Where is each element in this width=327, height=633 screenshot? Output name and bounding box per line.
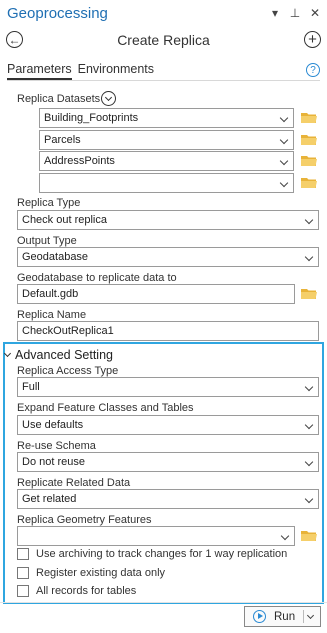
geometry-features-select[interactable] [17,526,295,546]
checkbox-box[interactable] [17,548,29,560]
checkbox-box[interactable] [17,567,29,579]
close-icon[interactable]: ✕ [309,6,321,20]
help-icon[interactable]: ? [306,63,320,77]
replica-type-select[interactable]: Check out replica [17,210,319,230]
folder-icon[interactable] [301,155,317,167]
replica-dataset-field-empty[interactable] [39,173,294,193]
replica-dataset-field-2[interactable]: Parcels [39,130,294,150]
replica-access-type-select[interactable]: Full [17,377,319,397]
chevron-down-icon [3,349,12,358]
replica-datasets-label: Replica Datasets [17,93,101,105]
add-icon[interactable]: + [304,31,321,48]
geometry-features-label: Replica Geometry Features [17,514,152,526]
advanced-setting-heading: Advanced Setting [15,348,113,362]
expand-feature-select[interactable]: Use defaults [17,415,319,435]
tool-header: ← Create Replica + [0,28,327,54]
folder-icon[interactable] [301,177,317,189]
play-icon [253,610,266,623]
pane-titlebar: Geoprocessing ▾ ⊥ ✕ [0,0,327,28]
checkbox-box[interactable] [17,585,29,597]
checkbox-label: Use archiving to track changes for 1 way… [36,548,288,560]
replica-name-input[interactable]: CheckOutReplica1 [17,321,319,341]
replica-type-label: Replica Type [17,197,81,209]
folder-icon[interactable] [301,530,317,542]
run-button[interactable]: Run [244,606,321,627]
checkbox-label: All records for tables [36,585,137,597]
replica-access-type-label: Replica Access Type [17,365,119,377]
tab-divider [7,80,320,81]
chevron-down-icon[interactable] [306,611,315,620]
tool-title: Create Replica [117,32,210,48]
reuse-schema-label: Re-use Schema [17,440,96,452]
chevron-down-icon[interactable] [101,91,116,106]
advanced-setting-header[interactable]: Advanced Setting [3,348,113,362]
replica-dataset-field-1[interactable]: Building_Footprints [39,108,294,128]
archiving-checkbox[interactable]: Use archiving to track changes for 1 way… [17,548,287,560]
run-separator [303,610,304,623]
output-type-label: Output Type [17,235,77,247]
register-existing-checkbox[interactable]: Register existing data only [17,567,165,579]
footer-divider [0,602,327,603]
replica-name-label: Replica Name [17,309,87,321]
pane-menu-dropdown-icon[interactable]: ▾ [269,6,281,20]
geodatabase-label: Geodatabase to replicate data to [17,272,177,284]
tab-parameters[interactable]: Parameters [7,62,72,80]
folder-icon[interactable] [301,134,317,146]
checkbox-label: Register existing data only [36,567,166,579]
folder-icon[interactable] [301,288,317,300]
output-type-select[interactable]: Geodatabase [17,247,319,267]
expand-feature-label: Expand Feature Classes and Tables [17,402,194,414]
run-label: Run [274,610,296,623]
all-records-checkbox[interactable]: All records for tables [17,585,136,597]
replica-dataset-field-3[interactable]: AddressPoints [39,151,294,171]
reuse-schema-select[interactable]: Do not reuse [17,452,319,472]
geodatabase-input[interactable]: Default.gdb [17,284,295,304]
replicate-related-label: Replicate Related Data [17,477,131,489]
replicate-related-select[interactable]: Get related [17,489,319,509]
pane-title: Geoprocessing [7,5,108,22]
folder-icon[interactable] [301,112,317,124]
tab-environments[interactable]: Environments [78,62,154,80]
pin-icon[interactable]: ⊥ [289,6,301,20]
pane-controls: ▾ ⊥ ✕ [269,6,321,20]
tab-strip: Parameters Environments [7,62,154,80]
